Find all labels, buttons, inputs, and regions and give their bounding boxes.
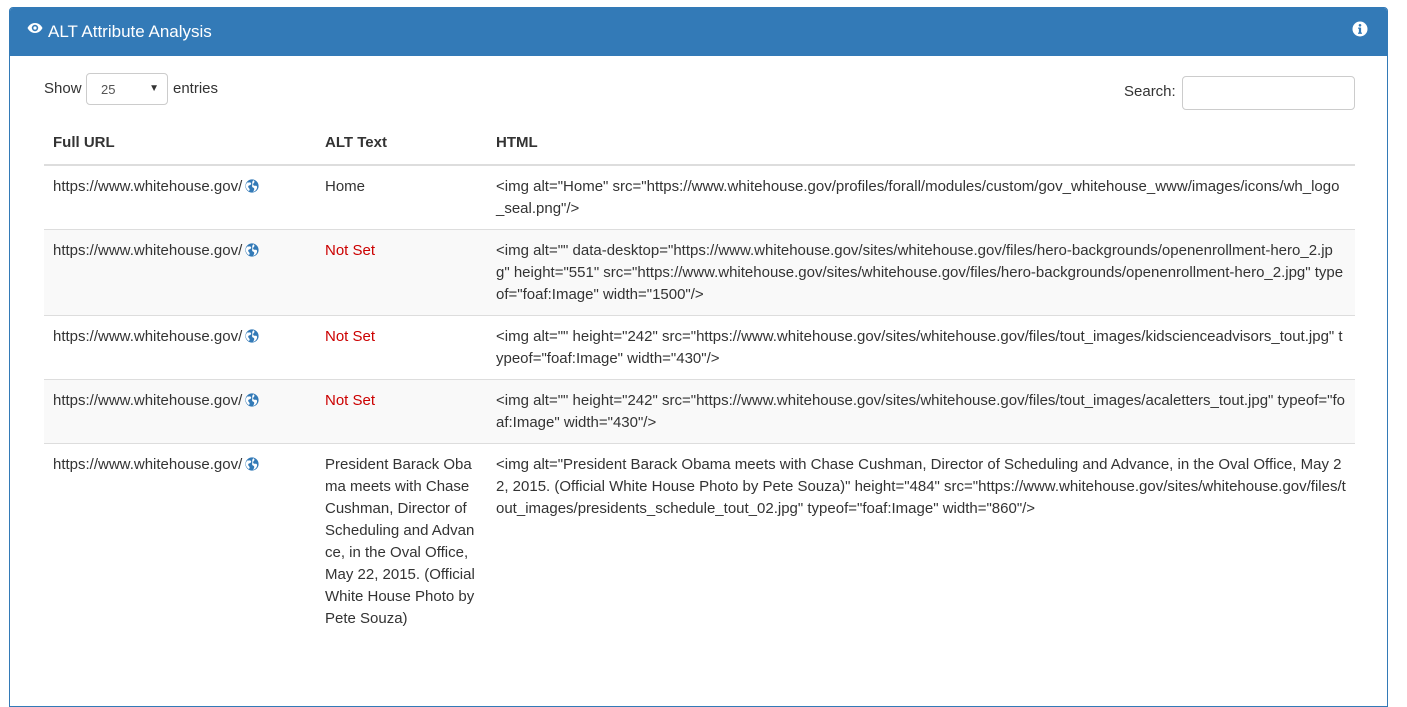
html-cell: <img alt="President Barack Obama meets w… — [487, 443, 1355, 639]
search-label: Search: — [1124, 83, 1176, 100]
full-url: https://www.whitehouse.gov/ — [53, 456, 243, 473]
full-url: https://www.whitehouse.gov/ — [53, 392, 243, 409]
url-cell: https://www.whitehouse.gov/ — [44, 379, 316, 444]
globe-icon[interactable] — [245, 393, 259, 407]
show-label: Show — [44, 80, 82, 97]
url-cell: https://www.whitehouse.gov/ — [44, 229, 316, 316]
entries-label: entries — [173, 80, 219, 97]
full-url: https://www.whitehouse.gov/ — [53, 328, 243, 345]
table-row: https://www.whitehouse.gov/ Not Set <img… — [44, 315, 1355, 380]
table-body: https://www.whitehouse.gov/ Home <img al… — [44, 164, 1355, 639]
alt-text-cell: Not Set — [316, 229, 487, 316]
info-icon[interactable] — [1352, 21, 1368, 37]
url-cell: https://www.whitehouse.gov/ — [44, 164, 316, 230]
table-row: https://www.whitehouse.gov/ Home <img al… — [44, 164, 1355, 230]
html-cell: <img alt="" height="242" src="https://ww… — [487, 315, 1355, 380]
column-header-full-url[interactable]: Full URL — [44, 132, 316, 166]
html-cell: <img alt="" height="242" src="https://ww… — [487, 379, 1355, 444]
column-header-alt-text[interactable]: ALT Text — [316, 132, 487, 166]
alt-text-cell: Not Set — [316, 379, 487, 444]
url-cell: https://www.whitehouse.gov/ — [44, 315, 316, 380]
alt-text-cell: Not Set — [316, 315, 487, 380]
globe-icon[interactable] — [245, 243, 259, 257]
eye-icon — [27, 23, 43, 33]
entries-select[interactable]: 25 ▼ — [86, 73, 168, 105]
panel-title: ALT Attribute Analysis — [48, 22, 212, 41]
caret-down-icon: ▼ — [149, 83, 159, 94]
table-controls: Show 25 ▼ entries Search: — [10, 56, 1387, 136]
table-row: https://www.whitehouse.gov/ Not Set <img… — [44, 229, 1355, 316]
column-header-html[interactable]: HTML — [487, 132, 1355, 166]
alt-text-cell: Home — [316, 164, 487, 230]
search-input[interactable] — [1182, 76, 1355, 110]
full-url: https://www.whitehouse.gov/ — [53, 242, 243, 259]
table-header-row: Full URL ALT Text HTML — [44, 132, 1355, 166]
alt-analysis-panel: ALT Attribute Analysis Show 25 ▼ entries… — [9, 7, 1388, 707]
html-cell: <img alt="" data-desktop="https://www.wh… — [487, 229, 1355, 316]
alt-text-cell: President Barack Obama meets with Chase … — [316, 443, 487, 639]
alt-attribute-table: Full URL ALT Text HTML https://www.white… — [44, 132, 1355, 639]
panel-heading: ALT Attribute Analysis — [10, 8, 1387, 56]
entries-value: 25 — [101, 82, 116, 97]
table-row: https://www.whitehouse.gov/ President Ba… — [44, 443, 1355, 639]
globe-icon[interactable] — [245, 179, 259, 193]
full-url: https://www.whitehouse.gov/ — [53, 178, 243, 195]
globe-icon[interactable] — [245, 329, 259, 343]
url-cell: https://www.whitehouse.gov/ — [44, 443, 316, 639]
globe-icon[interactable] — [245, 457, 259, 471]
table-row: https://www.whitehouse.gov/ Not Set <img… — [44, 379, 1355, 444]
html-cell: <img alt="Home" src="https://www.whiteho… — [487, 164, 1355, 230]
